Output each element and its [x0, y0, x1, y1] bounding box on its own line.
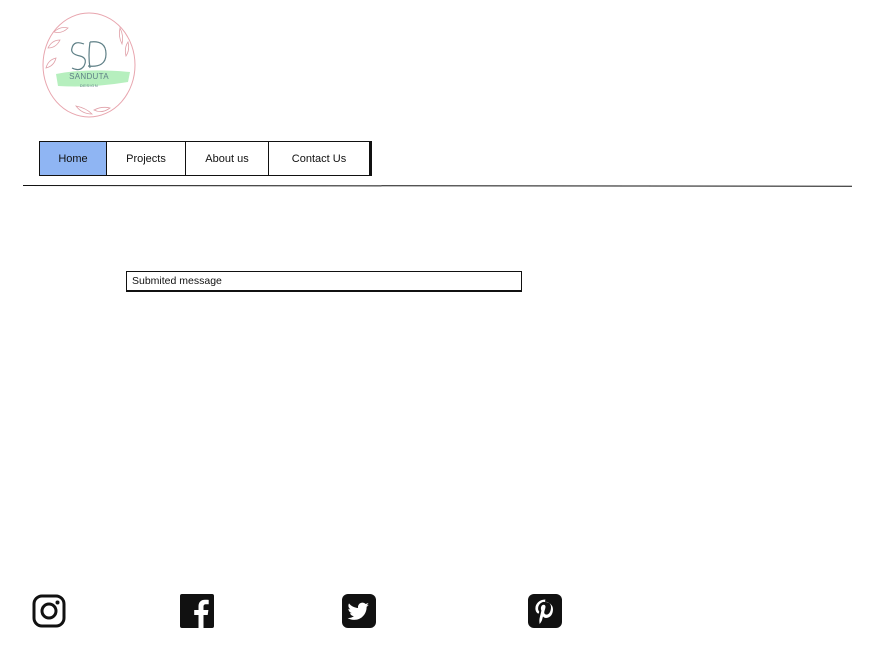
header-divider [22, 185, 853, 187]
logo-brand-text: SANDUTA [69, 72, 109, 81]
facebook-icon[interactable] [180, 594, 214, 628]
submitted-message-box: Submited message [126, 271, 522, 292]
twitter-icon[interactable] [342, 594, 376, 628]
logo-tagline-text: DESIGN [79, 83, 99, 88]
nav-item-projects[interactable]: Projects [107, 142, 186, 175]
page: SANDUTA DESIGN Home Projects About us Co… [0, 0, 881, 669]
nav-item-home[interactable]: Home [40, 142, 107, 175]
nav-item-about-us[interactable]: About us [186, 142, 269, 175]
nav-item-contact-us[interactable]: Contact Us [269, 142, 369, 175]
main-nav: Home Projects About us Contact Us [39, 141, 372, 176]
logo[interactable]: SANDUTA DESIGN [40, 10, 138, 120]
logo-wreath-icon [42, 12, 136, 118]
pinterest-icon[interactable] [528, 594, 562, 628]
instagram-icon[interactable] [32, 594, 66, 628]
